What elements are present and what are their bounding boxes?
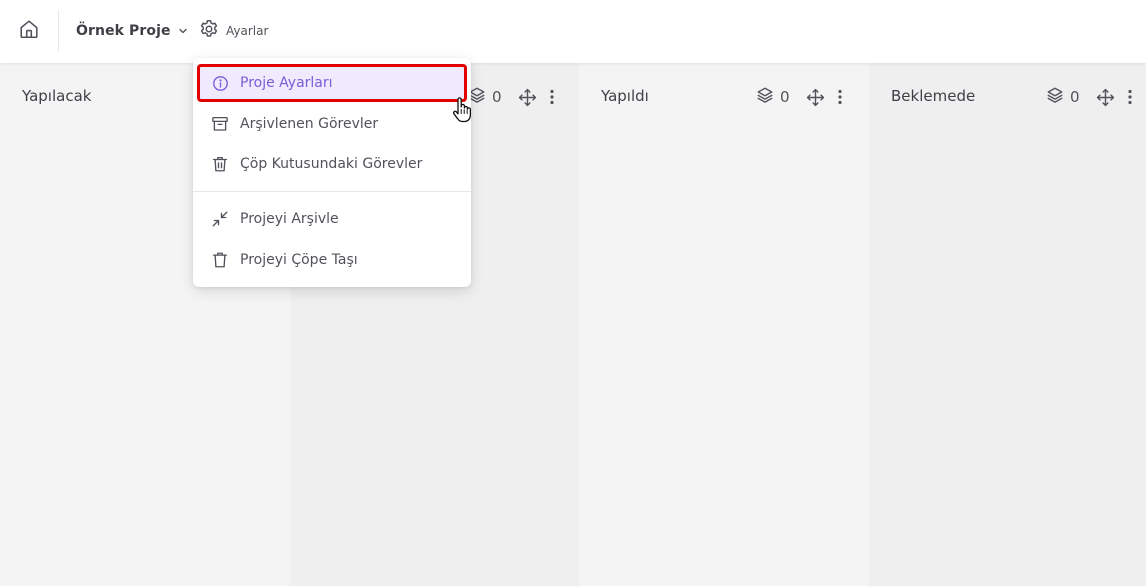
menu-item-label: Projeyi Arşivle <box>240 211 339 227</box>
chevron-down-icon <box>178 26 188 36</box>
menu-divider <box>193 191 471 192</box>
column-actions: 0 <box>468 87 555 107</box>
column-title: Beklemede <box>891 87 976 105</box>
move-icon[interactable] <box>518 88 537 107</box>
menu-item-label: Çöp Kutusundaki Görevler <box>240 156 423 172</box>
home-button[interactable] <box>16 18 42 44</box>
move-icon[interactable] <box>1096 88 1115 107</box>
menu-item-project-settings[interactable]: Proje Ayarları <box>197 64 467 102</box>
menu-item-label: Arşivlenen Görevler <box>240 116 379 132</box>
column-actions: 0 <box>756 87 843 107</box>
hand-pointer-icon <box>452 97 472 127</box>
menu-item-label: Proje Ayarları <box>240 75 333 91</box>
top-bar: Örnek Proje Ayarlar <box>0 0 1146 63</box>
more-vertical-icon[interactable] <box>837 89 843 105</box>
trash-icon <box>211 251 229 269</box>
trash-icon <box>211 155 229 173</box>
column-done: Yapıldı 0 <box>579 63 869 586</box>
task-count-value: 0 <box>492 88 502 106</box>
task-count: 0 <box>1046 86 1080 108</box>
column-title: Yapılacak <box>22 87 92 105</box>
task-count: 0 <box>468 86 502 108</box>
move-icon[interactable] <box>806 88 825 107</box>
more-vertical-icon[interactable] <box>1127 89 1133 105</box>
column-actions: 0 <box>1046 87 1133 107</box>
kanban-board: Yapılacak 0 Yapıldı 0 Beklemede 0 <box>0 63 1146 586</box>
archive-box-icon <box>211 115 229 133</box>
task-count: 0 <box>756 86 790 108</box>
settings-label: Ayarlar <box>226 24 269 38</box>
home-icon <box>18 18 40 44</box>
menu-item-archived-tasks[interactable]: Arşivlenen Görevler <box>193 105 471 143</box>
top-divider <box>58 10 59 52</box>
info-icon <box>211 74 229 92</box>
menu-item-trash-project[interactable]: Projeyi Çöpe Taşı <box>193 241 471 279</box>
project-selector[interactable]: Örnek Proje <box>76 21 188 41</box>
gear-icon <box>198 18 220 44</box>
column-title: Yapıldı <box>601 87 649 105</box>
more-vertical-icon[interactable] <box>549 89 555 105</box>
menu-item-label: Projeyi Çöpe Taşı <box>240 252 358 268</box>
column-waiting: Beklemede 0 <box>869 63 1146 586</box>
layers-icon <box>1046 86 1064 108</box>
menu-item-trashed-tasks[interactable]: Çöp Kutusundaki Görevler <box>193 145 471 183</box>
layers-icon <box>756 86 774 108</box>
project-name: Örnek Proje <box>76 23 171 39</box>
menu-item-archive-project[interactable]: Projeyi Arşivle <box>193 200 471 238</box>
collapse-arrows-icon <box>211 210 229 228</box>
task-count-value: 0 <box>1070 88 1080 106</box>
task-count-value: 0 <box>780 88 790 106</box>
settings-button[interactable]: Ayarlar <box>198 19 268 43</box>
settings-dropdown-menu: Proje Ayarları Arşivlenen Görevler Çöp K… <box>193 58 471 287</box>
